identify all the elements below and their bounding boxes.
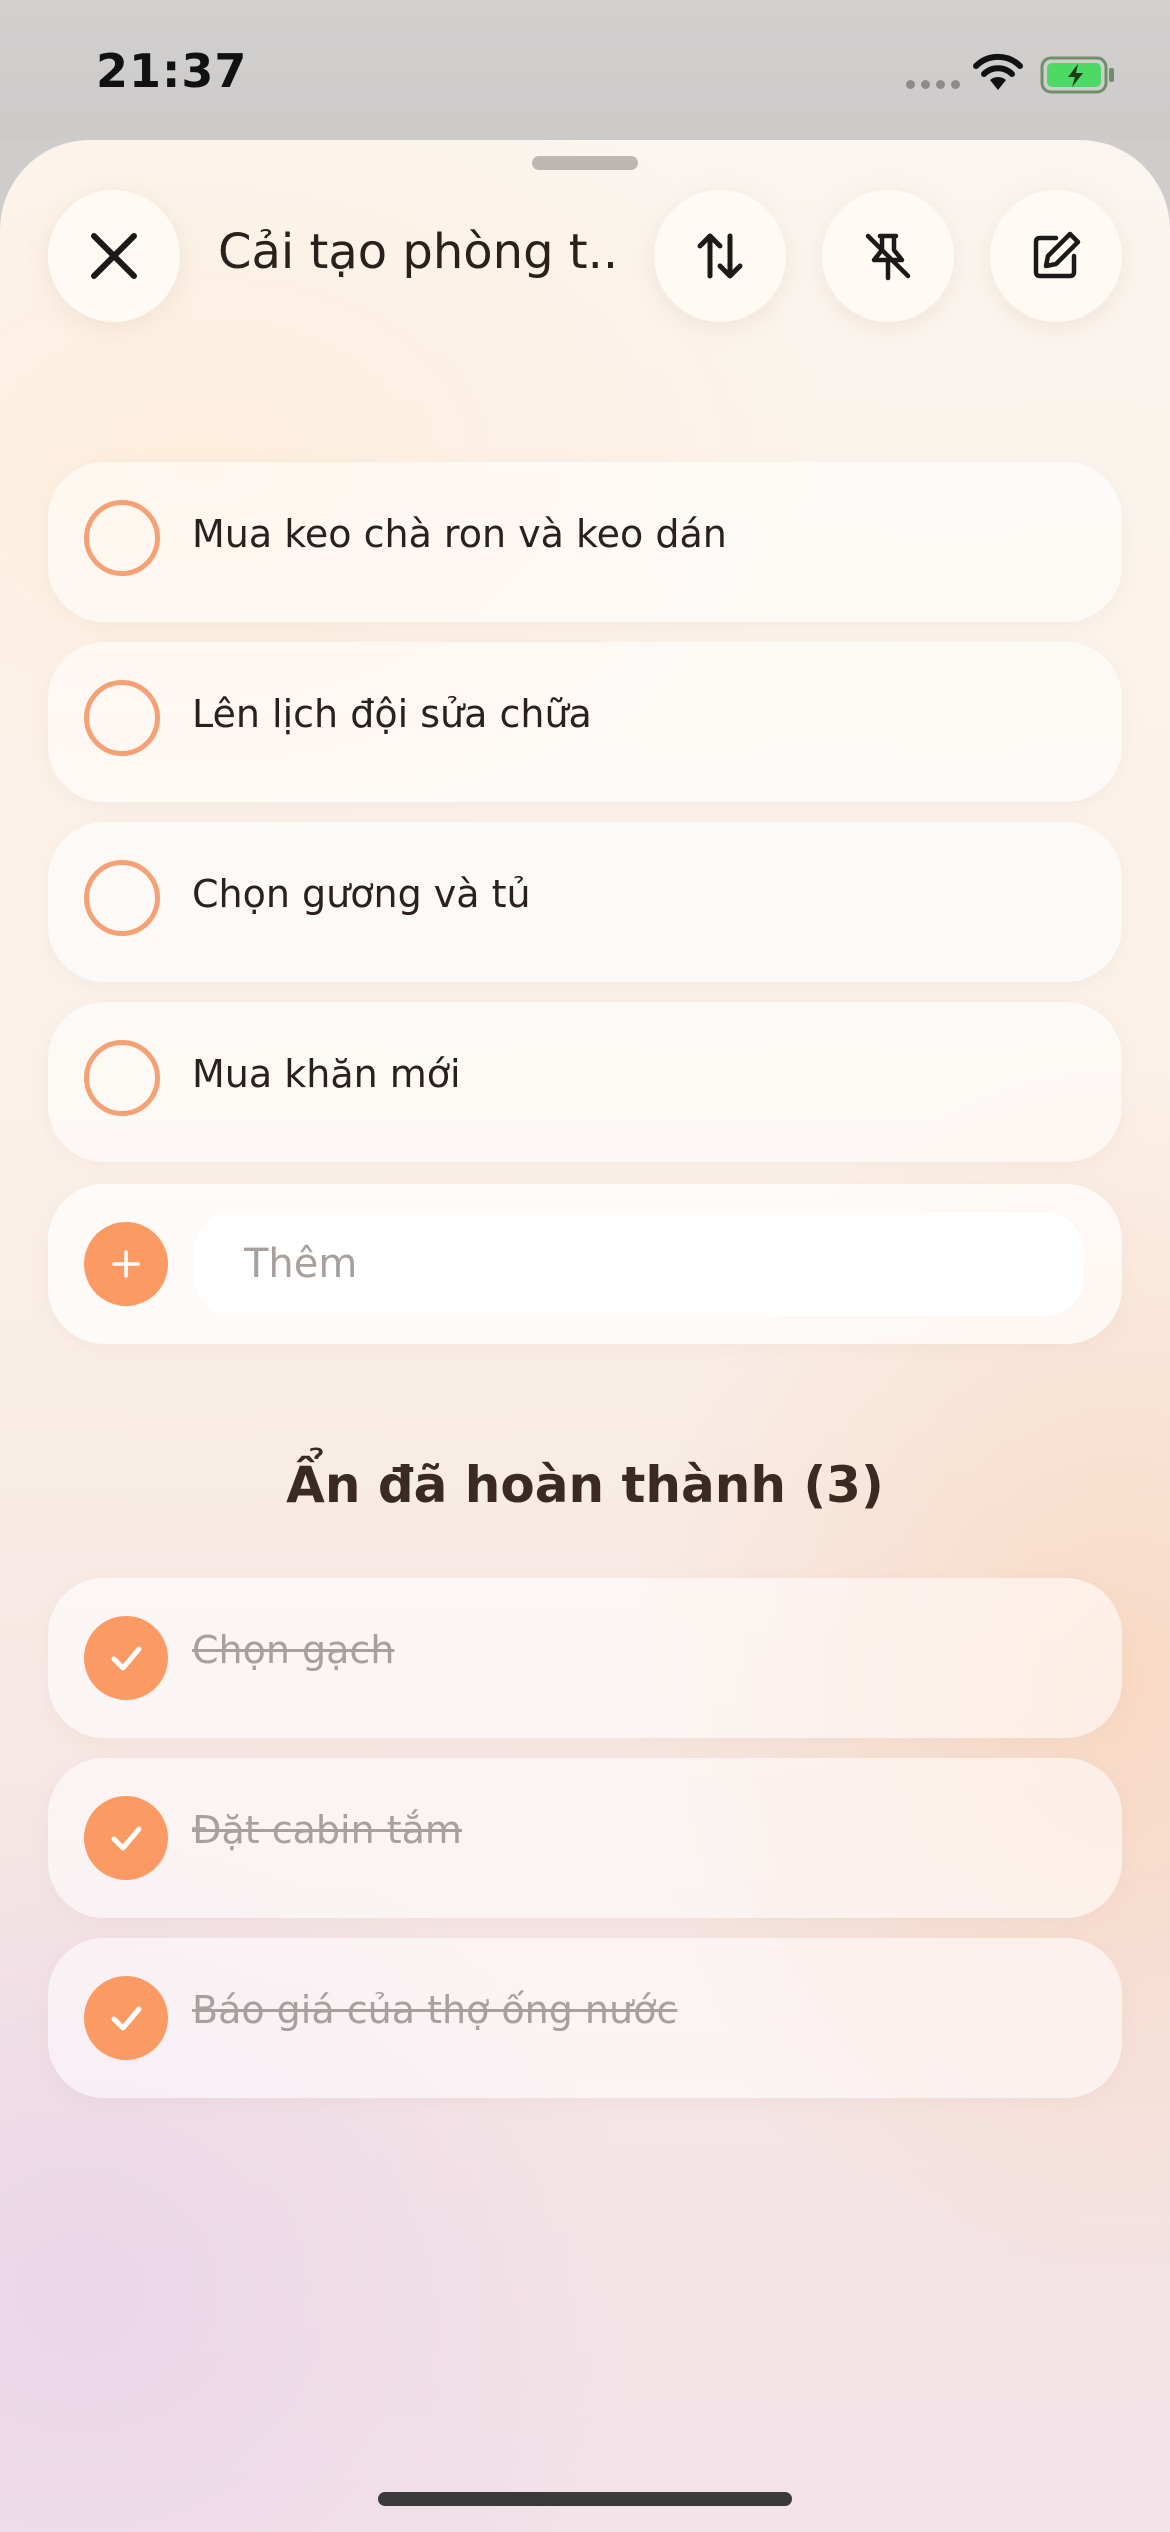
hide-completed-toggle[interactable]: Ẩn đã hoàn thành (3) [0,1456,1170,1514]
add-task-input[interactable] [194,1212,1084,1316]
unpin-button[interactable] [822,190,954,322]
task-checkbox-checked[interactable] [84,1616,168,1700]
task-label: Chọn gương và tủ [192,872,531,916]
wifi-icon [973,53,1023,90]
close-icon [91,233,137,279]
sort-button[interactable] [654,190,786,322]
completed-task-item[interactable]: Báo giá của thợ ống nước [48,1938,1122,2098]
task-label: Đặt cabin tắm [192,1808,462,1852]
status-bar: 21:37 [0,0,1170,140]
task-checkbox-checked[interactable] [84,1976,168,2060]
checkmark-icon [111,1646,142,1671]
battery-charging-icon [1040,56,1114,94]
task-label: Chọn gạch [192,1628,395,1672]
status-time: 21:37 [96,44,248,98]
task-checkbox[interactable] [84,860,160,936]
checkmark-icon [111,1826,142,1851]
task-checkbox[interactable] [84,1040,160,1116]
task-checkbox-checked[interactable] [84,1796,168,1880]
task-item[interactable]: Lên lịch đội sửa chữa [48,642,1122,802]
completed-task-item[interactable]: Đặt cabin tắm [48,1758,1122,1918]
task-label: Lên lịch đội sửa chữa [192,692,592,736]
task-checkbox[interactable] [84,680,160,756]
close-button[interactable] [48,190,180,322]
unpin-icon [865,233,911,281]
completed-task-item[interactable]: Chọn gạch [48,1578,1122,1738]
task-list-sheet: Cải tạo phòng t... Mua keo chà ron và ke… [0,140,1170,2532]
task-item[interactable]: Mua keo chà ron và keo dán [48,462,1122,622]
task-label: Mua keo chà ron và keo dán [192,512,727,556]
add-task-button[interactable] [84,1222,168,1306]
list-title: Cải tạo phòng t... [218,224,618,280]
sheet-grabber[interactable] [532,156,638,170]
task-item[interactable]: Mua khăn mới [48,1002,1122,1162]
task-label: Báo giá của thợ ống nước [192,1988,678,2032]
task-checkbox[interactable] [84,500,160,576]
task-item[interactable]: Chọn gương và tủ [48,822,1122,982]
edit-button[interactable] [990,190,1122,322]
cellular-signal-icon [906,80,960,89]
home-indicator[interactable] [378,2492,792,2506]
edit-icon [1033,231,1081,279]
plus-icon [112,1250,140,1278]
sort-icon [697,233,743,279]
task-label: Mua khăn mới [192,1052,461,1096]
add-task-row [48,1184,1122,1344]
checkmark-icon [111,2006,142,2031]
